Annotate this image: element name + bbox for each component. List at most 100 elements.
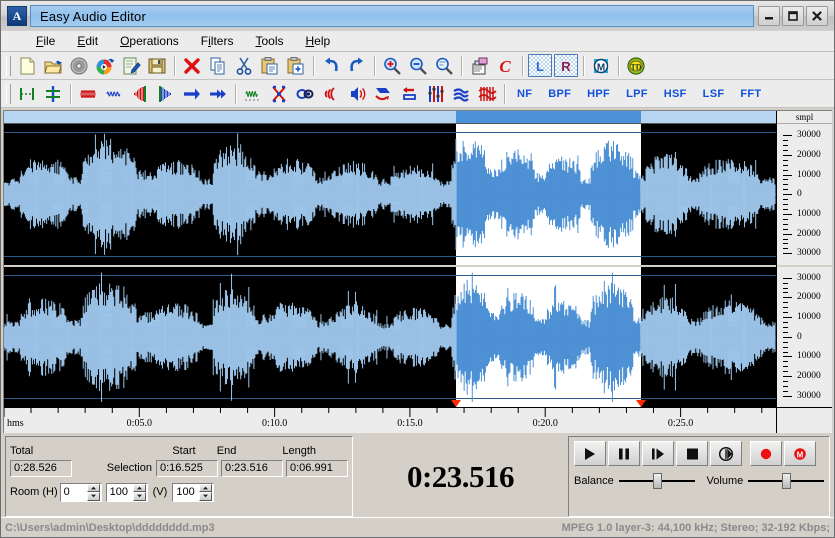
menu-edit[interactable]: Edit bbox=[66, 32, 109, 50]
batch-convert-icon[interactable] bbox=[467, 54, 491, 77]
play-button[interactable] bbox=[574, 441, 606, 466]
overview-selection[interactable] bbox=[456, 111, 641, 123]
open-file-icon[interactable] bbox=[41, 54, 65, 77]
chorus-icon[interactable] bbox=[345, 82, 369, 105]
room-h2-stepper[interactable]: 100 bbox=[106, 483, 148, 502]
redo-icon[interactable] bbox=[345, 54, 369, 77]
svg-text:R: R bbox=[561, 59, 571, 74]
reverb-icon[interactable] bbox=[397, 82, 421, 105]
record-button[interactable] bbox=[750, 441, 782, 466]
menu-filters[interactable]: Filters bbox=[190, 32, 245, 50]
menu-file[interactable]: File bbox=[25, 32, 66, 50]
menu-help[interactable]: Help bbox=[294, 32, 341, 50]
spin-up-icon[interactable] bbox=[133, 484, 146, 493]
svg-text:M: M bbox=[597, 62, 605, 73]
invert-icon[interactable] bbox=[267, 82, 291, 105]
cut-icon[interactable] bbox=[232, 54, 256, 77]
toolbar-grip[interactable] bbox=[6, 84, 11, 104]
mono-mix-icon[interactable]: M bbox=[589, 54, 613, 77]
undo-icon[interactable] bbox=[319, 54, 343, 77]
waveform-column: hms 0:05.00:10.00:15.00:20.00:25.0 bbox=[4, 111, 776, 433]
spin-down-icon[interactable] bbox=[133, 492, 146, 501]
filter-nf-button[interactable]: NF bbox=[510, 82, 539, 105]
selection-start-marker[interactable] bbox=[451, 400, 461, 407]
amplitude-tick bbox=[783, 253, 792, 254]
cd-text-icon[interactable]: C bbox=[493, 54, 517, 77]
spin-down-icon[interactable] bbox=[87, 492, 100, 501]
selection-end-marker[interactable] bbox=[636, 400, 646, 407]
play-pause-toggle-button[interactable] bbox=[710, 441, 742, 466]
save-file-icon[interactable] bbox=[145, 54, 169, 77]
stop-button[interactable] bbox=[676, 441, 708, 466]
cd-player-icon[interactable] bbox=[93, 54, 117, 77]
amplitude-tick bbox=[783, 175, 792, 176]
volume-slider[interactable] bbox=[748, 473, 824, 489]
room-h1-spin-buttons[interactable] bbox=[87, 484, 100, 501]
edit-notes-icon[interactable] bbox=[119, 54, 143, 77]
toolbar-grip[interactable] bbox=[6, 56, 11, 76]
fade-in-icon[interactable] bbox=[128, 82, 152, 105]
fade-out-icon[interactable] bbox=[154, 82, 178, 105]
echo-icon[interactable] bbox=[319, 82, 343, 105]
cd-ripper-icon[interactable] bbox=[67, 54, 91, 77]
amplify-icon[interactable] bbox=[76, 82, 100, 105]
pitch-icon[interactable] bbox=[449, 82, 473, 105]
filter-hpf-button[interactable]: HPF bbox=[580, 82, 617, 105]
filter-lsf-button[interactable]: LSF bbox=[696, 82, 732, 105]
play-selection-button[interactable] bbox=[642, 441, 674, 466]
channel-left-icon[interactable]: L bbox=[528, 54, 552, 77]
room-h1-stepper[interactable]: 0 bbox=[60, 483, 102, 502]
equalizer-icon[interactable] bbox=[241, 82, 265, 105]
new-file-icon[interactable] bbox=[15, 54, 39, 77]
filter-lpf-button[interactable]: LPF bbox=[619, 82, 655, 105]
amplitude-minor-tick bbox=[783, 170, 788, 171]
record-mono-button[interactable]: M bbox=[784, 441, 816, 466]
delete-icon[interactable] bbox=[180, 54, 204, 77]
minimize-button[interactable] bbox=[758, 6, 780, 26]
zoom-out-icon[interactable] bbox=[406, 54, 430, 77]
filter-hsf-button[interactable]: HSF bbox=[657, 82, 694, 105]
channel-right-icon[interactable]: R bbox=[554, 54, 578, 77]
balance-slider[interactable] bbox=[619, 473, 695, 489]
waveform-channel-right[interactable] bbox=[4, 265, 776, 408]
maximize-button[interactable] bbox=[782, 6, 804, 26]
balance-thumb[interactable] bbox=[653, 473, 662, 489]
paste-icon[interactable] bbox=[258, 54, 282, 77]
spin-up-icon[interactable] bbox=[87, 484, 100, 493]
volume-thumb[interactable] bbox=[782, 473, 791, 489]
reverse-icon[interactable] bbox=[293, 82, 317, 105]
amplitude-tick bbox=[783, 234, 792, 235]
menu-operations[interactable]: Operations bbox=[109, 32, 190, 50]
normalize-icon[interactable] bbox=[102, 82, 126, 105]
menu-tools[interactable]: Tools bbox=[244, 32, 294, 50]
append-icon[interactable] bbox=[206, 82, 230, 105]
selection-end-value: 0:23.516 bbox=[221, 460, 283, 477]
zoom-in-icon[interactable] bbox=[380, 54, 404, 77]
zoom-selection-icon[interactable] bbox=[432, 54, 456, 77]
pause-button[interactable] bbox=[608, 441, 640, 466]
split-marker-icon[interactable] bbox=[41, 82, 65, 105]
amplitude-minor-tick bbox=[783, 219, 788, 220]
filter-fft-button[interactable]: FFT bbox=[733, 82, 768, 105]
spin-down-icon[interactable] bbox=[199, 492, 212, 501]
insert-silence-icon[interactable] bbox=[180, 82, 204, 105]
flanger-icon[interactable] bbox=[371, 82, 395, 105]
time-display-icon[interactable]: TD bbox=[624, 54, 648, 77]
overview-scrollbar[interactable] bbox=[4, 111, 776, 124]
copy-icon[interactable] bbox=[206, 54, 230, 77]
time-ruler[interactable]: hms 0:05.00:10.00:15.00:20.00:25.0 bbox=[4, 407, 776, 433]
waveform-channel-left[interactable] bbox=[4, 124, 776, 265]
selection-start-value: 0:16.525 bbox=[156, 460, 218, 477]
spin-up-icon[interactable] bbox=[199, 484, 212, 493]
room-v-spin-buttons[interactable] bbox=[199, 484, 212, 501]
select-range-icon[interactable] bbox=[15, 82, 39, 105]
room-v-stepper[interactable]: 100 bbox=[172, 483, 214, 502]
paste-new-icon[interactable] bbox=[284, 54, 308, 77]
filter-bpf-button[interactable]: BPF bbox=[541, 82, 578, 105]
close-button[interactable] bbox=[806, 6, 828, 26]
amplitude-minor-tick bbox=[783, 199, 788, 200]
room-h2-spin-buttons[interactable] bbox=[133, 484, 146, 501]
vibrato-icon[interactable] bbox=[423, 82, 447, 105]
distortion-icon[interactable] bbox=[475, 82, 499, 105]
amplitude-unit-label: smpl bbox=[777, 111, 832, 124]
